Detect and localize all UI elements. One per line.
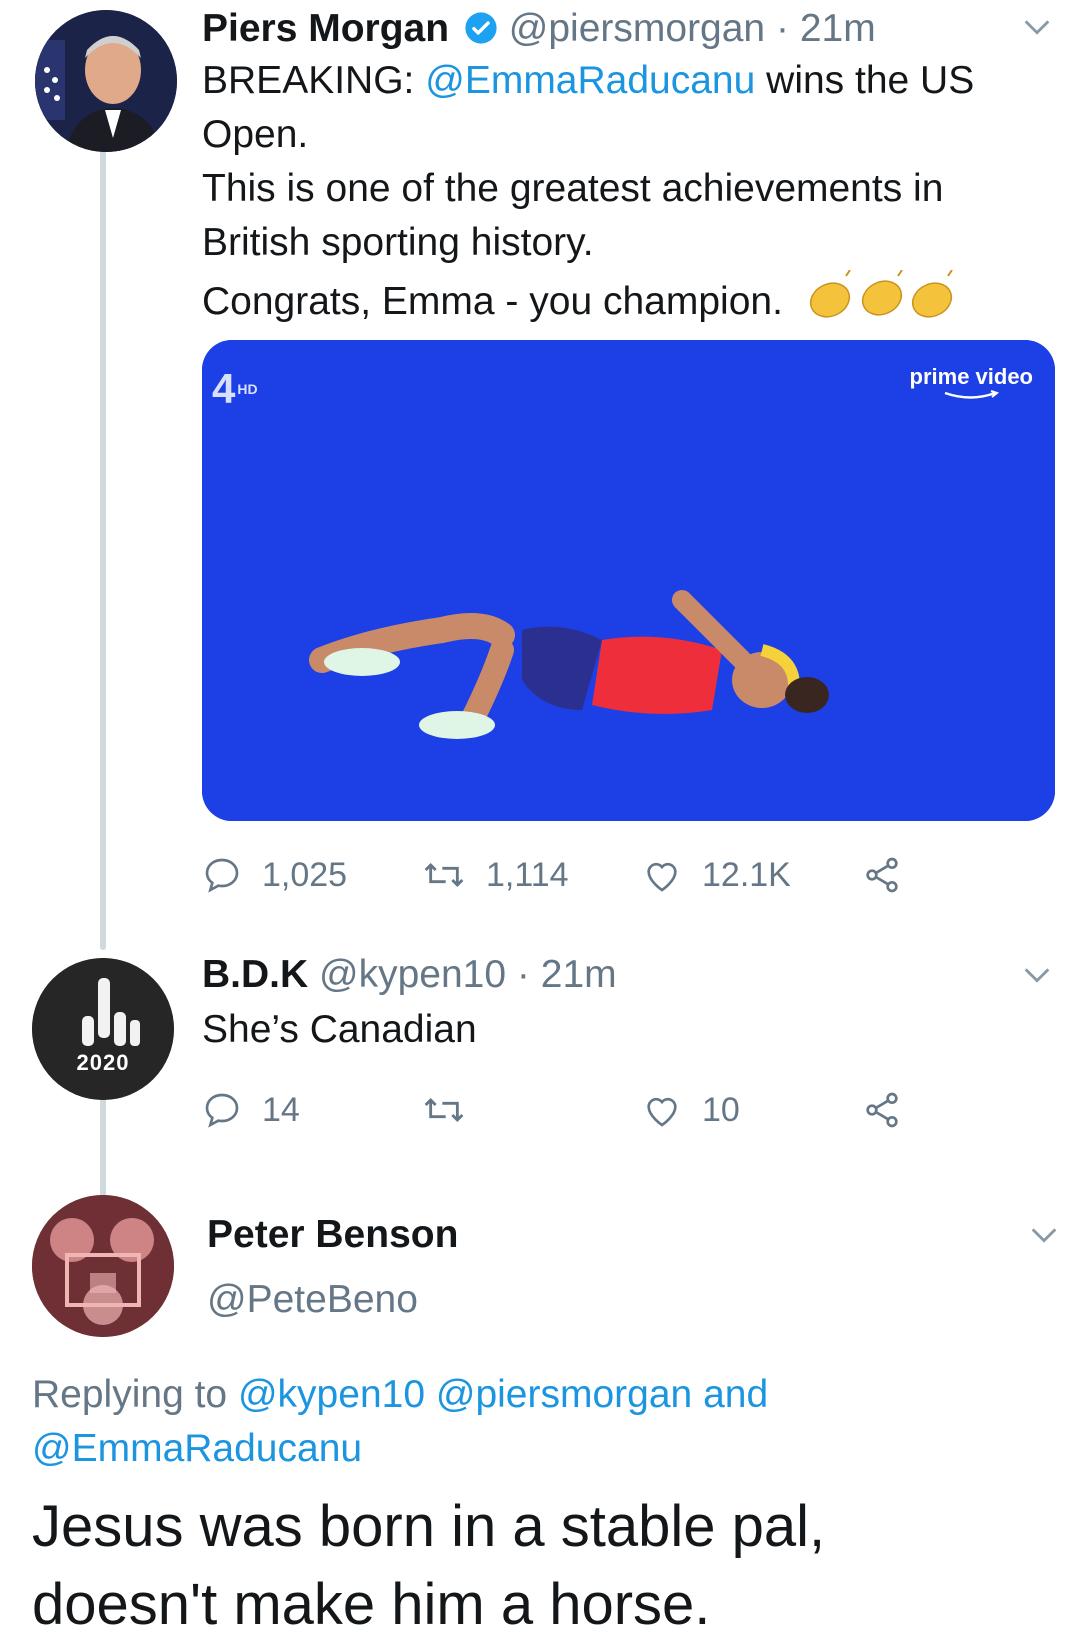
- tweet-line: Open.: [202, 113, 309, 156]
- tweet-text: Jesus was born in a stable pal, doesn't …: [32, 1488, 825, 1644]
- verified-badge-icon: [464, 8, 498, 58]
- reply-icon: [205, 1093, 239, 1128]
- channel4-logo: 4 HD: [212, 365, 258, 412]
- replying-to: Replying to @kypen10 @piersmorgan and @E…: [32, 1373, 769, 1470]
- reply-button[interactable]: 14: [202, 1085, 300, 1135]
- heart-icon: [647, 862, 677, 892]
- tweet-line: doesn't make him a horse.: [32, 1572, 711, 1637]
- handle[interactable]: @piersmorgan: [509, 7, 765, 50]
- reply-button[interactable]: 1,025: [202, 850, 347, 900]
- tweet-actions: 14 10: [202, 1085, 922, 1135]
- chevron-down-icon[interactable]: [1027, 1218, 1061, 1252]
- retweet-button[interactable]: 1,114: [422, 850, 569, 900]
- timestamp[interactable]: 21m: [541, 953, 617, 996]
- tweet-line: Congrats, Emma - you champion.: [202, 269, 974, 335]
- avatar-peter-benson[interactable]: [32, 1195, 174, 1337]
- separator: ·: [516, 953, 530, 996]
- separator: ·: [775, 7, 789, 50]
- tweet-text: BREAKING: @EmmaRaducanu wins the US Open…: [202, 54, 974, 335]
- mention-link[interactable]: @EmmaRaducanu: [425, 59, 755, 102]
- tweet-line: British sporting history.: [202, 221, 594, 264]
- handle[interactable]: @kypen10: [319, 953, 506, 996]
- chevron-down-icon[interactable]: [1020, 10, 1054, 44]
- avatar-piers-morgan[interactable]: [35, 10, 177, 152]
- tweet-line: Jesus was born in a stable pal,: [32, 1494, 826, 1559]
- tweet-line: BREAKING: @EmmaRaducanu wins the US: [202, 59, 975, 102]
- retweet-icon: [424, 862, 464, 888]
- retweet-button[interactable]: [422, 1085, 486, 1135]
- display-name[interactable]: Peter Benson: [207, 1210, 458, 1260]
- share-button[interactable]: [862, 1085, 922, 1135]
- clapping-hands-icon: [802, 269, 958, 335]
- mention-link[interactable]: @piersmorgan: [436, 1373, 692, 1416]
- chevron-down-icon[interactable]: [1020, 958, 1054, 992]
- handle[interactable]: @PeteBeno: [207, 1275, 418, 1325]
- mention-link[interactable]: @EmmaRaducanu: [32, 1427, 362, 1470]
- thread-line: [100, 150, 106, 950]
- mention-link[interactable]: @kypen10: [238, 1373, 425, 1416]
- share-button[interactable]: [862, 850, 922, 900]
- like-button[interactable]: 12.1K: [642, 850, 791, 900]
- thread-line: [100, 1098, 106, 1198]
- tweet-media-image[interactable]: 4 HD prime video: [202, 340, 1055, 821]
- prime-video-logo: prime video: [910, 364, 1033, 402]
- heart-icon: [647, 1097, 677, 1127]
- tweet-line: This is one of the greatest achievements…: [202, 167, 944, 210]
- retweet-icon: [424, 1097, 464, 1123]
- share-icon: [866, 857, 898, 893]
- tweet-text: She’s Canadian: [202, 1008, 477, 1051]
- avatar-bdk[interactable]: 2020: [32, 958, 174, 1100]
- like-button[interactable]: 10: [642, 1085, 740, 1135]
- display-name[interactable]: B.D.K: [202, 953, 308, 996]
- timestamp[interactable]: 21m: [800, 7, 876, 50]
- avatar-text: 2020: [76, 1050, 130, 1075]
- reply-icon: [205, 858, 239, 893]
- display-name[interactable]: Piers Morgan: [202, 7, 449, 50]
- tweet-actions: 1,025 1,114 12.1K: [202, 850, 922, 900]
- share-icon: [866, 1092, 898, 1128]
